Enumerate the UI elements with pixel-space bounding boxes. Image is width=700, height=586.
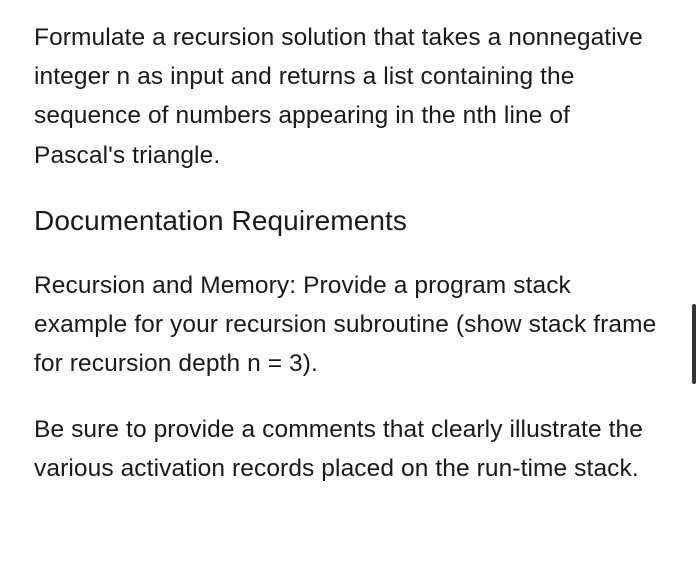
intro-paragraph: Formulate a recursion solution that take… bbox=[34, 18, 666, 175]
requirements-paragraph-2: Be sure to provide a comments that clear… bbox=[34, 410, 666, 488]
document-content: Formulate a recursion solution that take… bbox=[0, 0, 700, 532]
section-heading: Documentation Requirements bbox=[34, 201, 666, 240]
requirements-paragraph-1: Recursion and Memory: Provide a program … bbox=[34, 266, 666, 384]
scrollbar-thumb[interactable] bbox=[692, 304, 696, 384]
